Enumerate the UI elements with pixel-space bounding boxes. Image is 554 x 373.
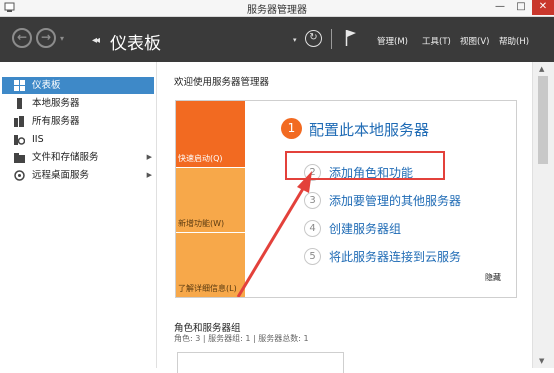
server-icon	[17, 98, 22, 109]
expand-chevron-icon[interactable]: ▶	[147, 167, 152, 184]
window-title: 服务器管理器	[247, 5, 307, 16]
welcome-tile-box: 快速启动(Q) 新增功能(W) 了解详细信息(L) 1 配置此本地服务器 2 添…	[175, 100, 517, 298]
main-content: 欢迎使用服务器管理器 快速启动(Q) 新增功能(W) 了解详细信息(L) 1 配…	[157, 62, 532, 373]
roles-section-title: 角色和服务器组	[174, 323, 241, 334]
refresh-dropdown-icon[interactable]: ▾	[293, 36, 297, 44]
sidebar-item-label: 本地服务器	[32, 98, 80, 109]
sidebar-item-label: IIS	[32, 134, 44, 145]
expand-chevron-icon[interactable]: ▶	[147, 149, 152, 166]
header-divider	[331, 29, 332, 49]
menu-help[interactable]: 帮助(H)	[499, 35, 529, 47]
roles-counts: 角色: 3 | 服务器组: 1 | 服务器总数: 1	[174, 334, 309, 343]
page-title: 仪表板	[110, 34, 161, 54]
sidebar-item-label: 远程桌面服务	[32, 170, 90, 181]
scroll-down-icon[interactable]: ▼	[539, 357, 544, 365]
menu-manage[interactable]: 管理(M)	[377, 35, 408, 47]
sidebar-item-remote-desktop[interactable]: 远程桌面服务 ▶	[2, 167, 154, 184]
notifications-flag-icon[interactable]	[345, 29, 357, 47]
servers-icon	[14, 116, 24, 127]
back-button[interactable]: ←	[12, 28, 32, 48]
dashboard-icon	[14, 80, 25, 91]
scroll-up-icon[interactable]: ▲	[539, 65, 544, 73]
sidebar-item-local-server[interactable]: 本地服务器	[2, 95, 154, 112]
sidebar-item-label: 文件和存储服务	[32, 152, 99, 163]
sidebar-item-all-servers[interactable]: 所有服务器	[2, 113, 154, 130]
remote-desktop-icon	[14, 170, 25, 181]
breadcrumb-arrows-icon: ◂◂	[92, 35, 100, 46]
sidebar-item-label: 仪表板	[32, 80, 61, 91]
sidebar-item-iis[interactable]: IIS	[2, 131, 154, 148]
menu-view[interactable]: 视图(V)	[460, 35, 489, 47]
annotation-arrow-icon	[236, 171, 312, 297]
close-button[interactable]: ✕	[532, 0, 554, 15]
menu-tools[interactable]: 工具(T)	[422, 35, 451, 47]
forward-button[interactable]: →	[36, 28, 56, 48]
title-bar: 服务器管理器 — □ ✕	[0, 0, 554, 17]
sidebar-item-label: 所有服务器	[32, 116, 80, 127]
file-storage-icon	[14, 153, 25, 163]
minimize-button[interactable]: —	[489, 0, 511, 15]
sidebar: 仪表板 本地服务器 所有服务器 IIS 文件和存储服务 ▶ 远程桌面服务 ▶	[0, 62, 157, 368]
welcome-title: 欢迎使用服务器管理器	[174, 77, 270, 88]
vertical-scrollbar[interactable]: ▲ ▼	[532, 62, 554, 368]
refresh-icon[interactable]: ↻	[305, 30, 322, 47]
header-bar: ← → ▾ ◂◂ 仪表板 ▾ ↻ 管理(M) 工具(T) 视图(V) 帮助(H)	[0, 17, 554, 62]
maximize-button[interactable]: □	[510, 0, 532, 15]
iis-icon	[14, 135, 25, 145]
sidebar-item-file-storage[interactable]: 文件和存储服务 ▶	[2, 149, 154, 166]
history-dropdown-icon[interactable]: ▾	[60, 34, 64, 43]
scroll-thumb[interactable]	[538, 76, 548, 164]
sidebar-item-dashboard[interactable]: 仪表板	[2, 77, 154, 94]
roles-panel[interactable]	[177, 352, 344, 373]
